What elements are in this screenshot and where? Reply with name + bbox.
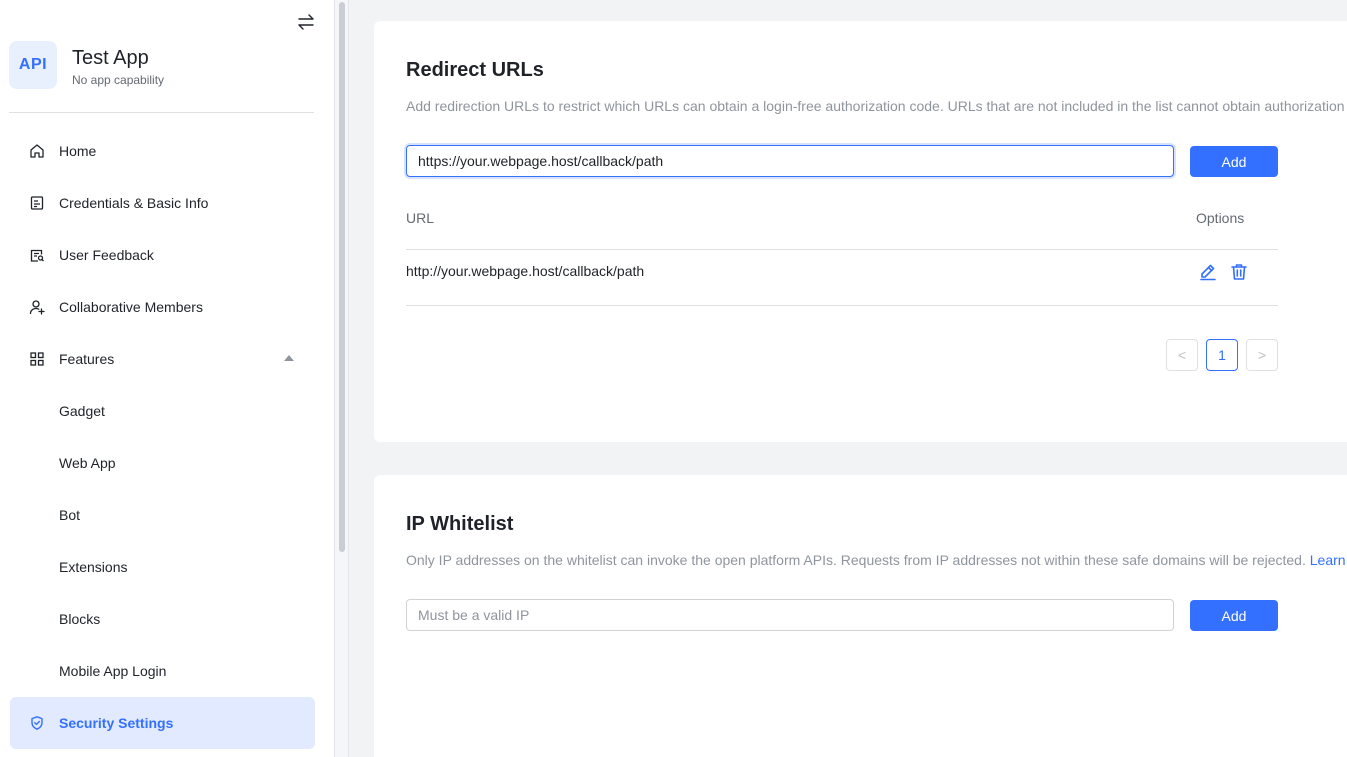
sidebar-item-label: Web App (59, 455, 116, 471)
ip-address-input[interactable] (406, 599, 1174, 631)
feedback-icon (29, 247, 45, 263)
redirect-url-input[interactable] (406, 145, 1174, 177)
redirect-urls-description: Add redirection URLs to restrict which U… (406, 98, 1345, 114)
sidebar-item-gadget[interactable]: Gadget (10, 385, 315, 437)
sidebar-item-blocks[interactable]: Blocks (10, 593, 315, 645)
redirect-urls-title: Redirect URLs (406, 59, 544, 81)
ip-whitelist-description-text: Only IP addresses on the whitelist can i… (406, 552, 1306, 568)
sidebar-item-label: Gadget (59, 403, 105, 419)
sidebar-item-label: Home (59, 143, 97, 159)
add-ip-button[interactable]: Add (1190, 600, 1278, 631)
sidebar-item-label: Mobile App Login (59, 663, 167, 679)
members-icon (29, 299, 45, 315)
sidebar-item-label: Blocks (59, 611, 101, 627)
sidebar-item-credentials[interactable]: Credentials & Basic Info (10, 177, 315, 229)
app-subtitle: No app capability (72, 73, 165, 87)
collapse-sidebar-icon[interactable] (296, 12, 316, 32)
table-row: http://your.webpage.host/callback/path (406, 249, 1278, 306)
sidebar-scrollbar[interactable] (334, 0, 349, 757)
sidebar-item-bot[interactable]: Bot (10, 489, 315, 541)
app-name: Test App (72, 47, 149, 69)
redirect-urls-card: Redirect URLs Add redirection URLs to re… (374, 21, 1347, 442)
learn-more-link[interactable]: Learn (1310, 552, 1346, 568)
ip-whitelist-card: IP Whitelist Only IP addresses on the wh… (374, 475, 1347, 757)
ip-whitelist-title: IP Whitelist (406, 513, 514, 535)
shield-icon (29, 715, 45, 731)
grid-icon (29, 351, 45, 367)
sidebar-item-collaborative-members[interactable]: Collaborative Members (10, 281, 315, 333)
edit-icon[interactable] (1199, 263, 1217, 281)
redirect-url-cell: http://your.webpage.host/callback/path (406, 263, 645, 279)
sidebar: API Test App No app capability Home Cred… (0, 0, 334, 757)
scrollbar-thumb[interactable] (339, 2, 345, 552)
sidebar-item-label: Security Settings (59, 715, 174, 731)
home-icon (29, 143, 45, 159)
sidebar-item-features[interactable]: Features (10, 333, 315, 385)
sidebar-nav: Home Credentials & Basic Info User Feedb… (10, 125, 315, 749)
column-header-url: URL (406, 210, 435, 226)
chevron-up-icon (284, 355, 294, 361)
app-header: API Test App No app capability (9, 41, 314, 113)
sidebar-item-security-settings[interactable]: Security Settings (10, 697, 315, 749)
prev-page-button[interactable]: < (1166, 339, 1198, 371)
sidebar-item-user-feedback[interactable]: User Feedback (10, 229, 315, 281)
sidebar-item-label: Bot (59, 507, 81, 523)
page-number-button[interactable]: 1 (1206, 339, 1238, 371)
next-page-button[interactable]: > (1246, 339, 1278, 371)
sidebar-item-web-app[interactable]: Web App (10, 437, 315, 489)
sidebar-item-label: Features (59, 351, 115, 367)
delete-icon[interactable] (1230, 263, 1248, 281)
add-redirect-url-button[interactable]: Add (1190, 146, 1278, 177)
sidebar-item-mobile-app-login[interactable]: Mobile App Login (10, 645, 315, 697)
app-logo: API (9, 41, 57, 89)
sidebar-item-label: Extensions (59, 559, 128, 575)
sidebar-item-label: Collaborative Members (59, 299, 203, 315)
sidebar-item-extensions[interactable]: Extensions (10, 541, 315, 593)
sidebar-item-label: Credentials & Basic Info (59, 195, 209, 211)
credentials-icon (29, 195, 45, 211)
column-header-options: Options (1196, 210, 1245, 226)
sidebar-item-home[interactable]: Home (10, 125, 315, 177)
ip-whitelist-description: Only IP addresses on the whitelist can i… (406, 551, 1346, 569)
sidebar-item-label: User Feedback (59, 247, 154, 263)
